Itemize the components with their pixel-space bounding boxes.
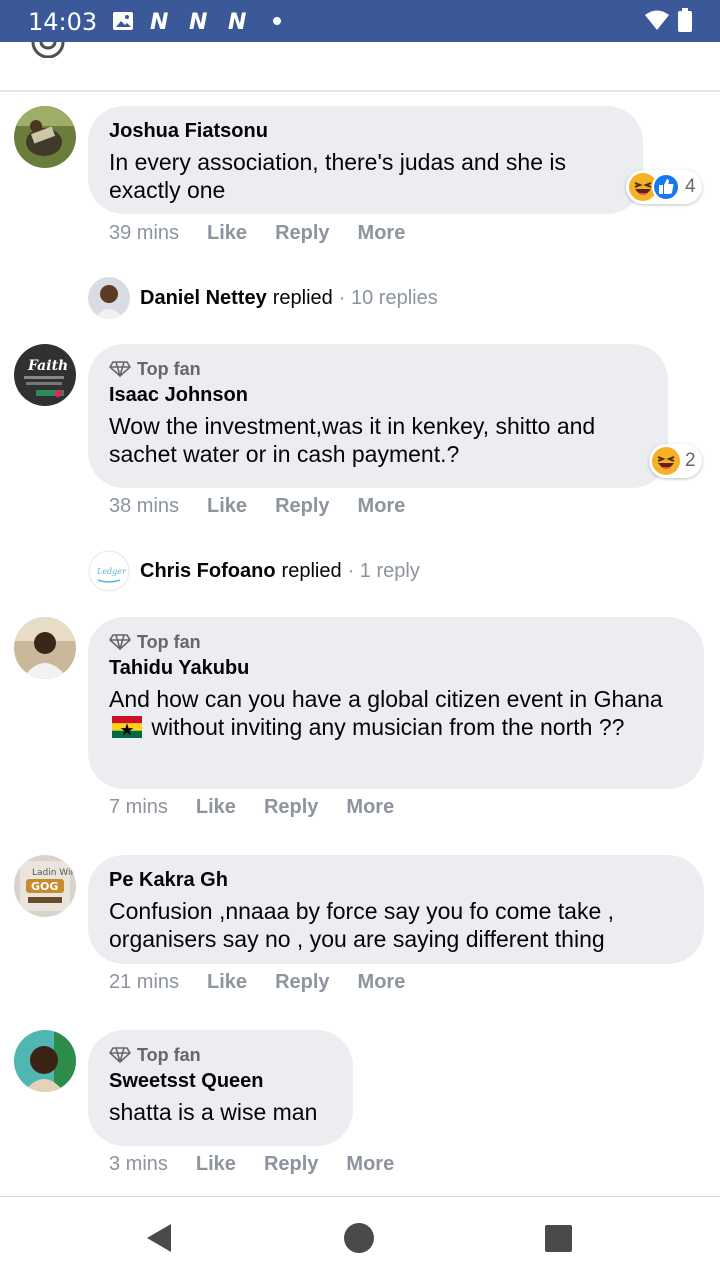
image-icon bbox=[113, 12, 133, 30]
reaction-count: 2 bbox=[685, 450, 696, 471]
comment-time: 21 mins bbox=[109, 971, 180, 993]
like-button[interactable]: Like bbox=[207, 495, 247, 518]
svg-text:Ledger: Ledger bbox=[96, 567, 127, 576]
comment-text: In every association, there's judas and … bbox=[109, 149, 566, 203]
comment-bubble: Pe Kakra Gh Confusion ,nnaaa by force sa… bbox=[88, 855, 704, 964]
comment-text: And how can you have a global citizen ev… bbox=[109, 685, 684, 741]
comment-time: 3 mins bbox=[109, 1153, 168, 1175]
comment-author[interactable]: Pe Kakra Gh bbox=[109, 867, 684, 893]
view-replies[interactable]: Ledger Chris Fofoano replied · 1 reply bbox=[88, 550, 420, 592]
comment-time: 7 mins bbox=[109, 796, 168, 818]
comment-composer-strip bbox=[0, 42, 720, 92]
comment-actions: 39 mins Like Reply More bbox=[109, 222, 433, 245]
top-fan-badge: Top fan bbox=[109, 1042, 333, 1068]
back-icon[interactable] bbox=[146, 1223, 172, 1253]
reply-button[interactable]: Reply bbox=[275, 495, 329, 518]
comment-bubble: Joshua Fiatsonu In every association, th… bbox=[88, 106, 643, 214]
battery-icon bbox=[678, 8, 692, 32]
home-icon[interactable] bbox=[343, 1222, 375, 1254]
emoji-icon[interactable] bbox=[30, 42, 66, 58]
comment-text: Wow the investment,was it in kenkey, shi… bbox=[109, 413, 596, 467]
more-button[interactable]: More bbox=[358, 495, 406, 518]
reaction-count: 4 bbox=[685, 176, 696, 197]
n-icon: N bbox=[228, 11, 246, 31]
avatar bbox=[88, 277, 130, 319]
like-button[interactable]: Like bbox=[196, 1153, 236, 1176]
comment-time: 38 mins bbox=[109, 495, 180, 517]
comment-author[interactable]: Tahidu Yakubu bbox=[109, 655, 684, 681]
svg-text:Ladin Wife: Ladin Wife bbox=[32, 868, 76, 878]
top-fan-label: Top fan bbox=[137, 631, 201, 652]
comment-actions: 21 mins Like Reply More bbox=[109, 971, 433, 994]
avatar[interactable] bbox=[14, 106, 76, 168]
more-button[interactable]: More bbox=[346, 796, 394, 819]
avatar[interactable]: Ladin Wife GOG bbox=[14, 855, 76, 917]
like-button[interactable]: Like bbox=[196, 796, 236, 819]
svg-text:N: N bbox=[189, 11, 207, 31]
more-button[interactable]: More bbox=[346, 1153, 394, 1176]
comment-actions: 38 mins Like Reply More bbox=[109, 495, 433, 518]
reply-count: · 10 replies bbox=[338, 286, 438, 309]
comment-text: shatta is a wise man bbox=[109, 1099, 318, 1125]
n-icon: N bbox=[189, 11, 207, 31]
top-fan-badge: Top fan bbox=[109, 629, 684, 655]
diamond-icon bbox=[109, 1047, 131, 1063]
more-button[interactable]: More bbox=[358, 222, 406, 245]
view-replies[interactable]: Daniel Nettey replied · 10 replies bbox=[88, 277, 438, 319]
avatar: Ledger bbox=[88, 550, 130, 592]
like-icon bbox=[652, 173, 680, 201]
wifi-icon bbox=[645, 10, 669, 30]
comment-text-part: without inviting any musician from the n… bbox=[151, 714, 625, 740]
comment-author[interactable]: Joshua Fiatsonu bbox=[109, 118, 623, 144]
svg-text:Faith: Faith bbox=[27, 358, 68, 374]
reaction-summary[interactable]: 2 bbox=[649, 444, 702, 478]
more-button[interactable]: More bbox=[358, 971, 406, 994]
comment-time: 39 mins bbox=[109, 222, 180, 244]
top-fan-label: Top fan bbox=[137, 1044, 201, 1065]
like-button[interactable]: Like bbox=[207, 222, 247, 245]
comment-bubble: Top fan Isaac Johnson Wow the investment… bbox=[88, 344, 668, 488]
comment-actions: 3 mins Like Reply More bbox=[109, 1153, 422, 1176]
reply-button[interactable]: Reply bbox=[275, 222, 329, 245]
avatar[interactable] bbox=[14, 617, 76, 679]
replier-name: Chris Fofoano bbox=[140, 559, 276, 582]
diamond-icon bbox=[109, 361, 131, 377]
ghana-flag-icon bbox=[112, 716, 142, 738]
reaction-summary[interactable]: 4 bbox=[626, 170, 702, 204]
replier-name: Daniel Nettey bbox=[140, 286, 267, 309]
replied-label: replied bbox=[272, 286, 333, 309]
comment-author[interactable]: Isaac Johnson bbox=[109, 382, 648, 408]
navigation-bar bbox=[0, 1196, 720, 1281]
reply-button[interactable]: Reply bbox=[275, 971, 329, 994]
comment-text: Confusion ,nnaaa by force say you fo com… bbox=[109, 898, 615, 952]
avatar[interactable]: Faith bbox=[14, 344, 76, 406]
reply-count: · 1 reply bbox=[347, 559, 420, 582]
reply-button[interactable]: Reply bbox=[264, 796, 318, 819]
svg-text:GOG: GOG bbox=[31, 880, 58, 893]
comment-text-part: And how can you have a global citizen ev… bbox=[109, 686, 663, 712]
top-fan-label: Top fan bbox=[137, 358, 201, 379]
n-icon: N bbox=[150, 11, 168, 31]
diamond-icon bbox=[109, 634, 131, 650]
reply-button[interactable]: Reply bbox=[264, 1153, 318, 1176]
top-fan-badge: Top fan bbox=[109, 356, 648, 382]
comment-author[interactable]: Sweetsst Queen bbox=[109, 1068, 333, 1094]
status-bar: 14:03 N N N bbox=[0, 0, 720, 42]
svg-text:N: N bbox=[228, 11, 246, 31]
avatar[interactable] bbox=[14, 1030, 76, 1092]
status-time: 14:03 bbox=[28, 8, 98, 36]
recents-icon[interactable] bbox=[545, 1225, 572, 1252]
comment-actions: 7 mins Like Reply More bbox=[109, 796, 422, 819]
haha-icon bbox=[652, 447, 680, 475]
like-button[interactable]: Like bbox=[207, 971, 247, 994]
replied-label: replied bbox=[281, 559, 342, 582]
comment-bubble: Top fan Tahidu Yakubu And how can you ha… bbox=[88, 617, 704, 789]
dot-icon bbox=[273, 17, 281, 25]
comment-bubble: Top fan Sweetsst Queen shatta is a wise … bbox=[88, 1030, 353, 1146]
